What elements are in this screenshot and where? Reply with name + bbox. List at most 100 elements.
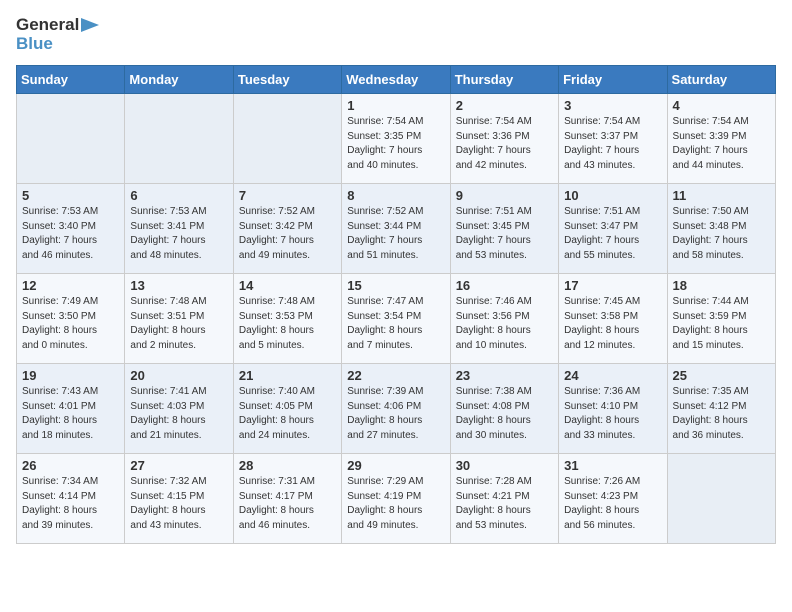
calendar-cell (17, 94, 125, 184)
calendar-cell: 29 Sunrise: 7:29 AM Sunset: 4:19 PM Dayli… (342, 454, 450, 544)
calendar-cell: 1 Sunrise: 7:54 AM Sunset: 3:35 PM Daylig… (342, 94, 450, 184)
calendar-cell: 16 Sunrise: 7:46 AM Sunset: 3:56 PM Dayli… (450, 274, 558, 364)
calendar-cell: 6Sunrise: 7:53 AM Sunset: 3:41 PM Daylig… (125, 184, 233, 274)
day-info: Sunrise: 7:39 AM Sunset: 4:06 PM Dayligh… (347, 385, 444, 443)
day-info: Sunrise: 7:54 AM Sunset: 3:37 PM Dayligh… (564, 115, 661, 173)
day-number: 1 (347, 98, 444, 113)
logo-general: General (16, 16, 79, 35)
day-number: 21 (239, 368, 336, 383)
day-number: 22 (347, 368, 444, 383)
calendar-cell: 24 Sunrise: 7:36 AM Sunset: 4:10 PM Dayli… (559, 364, 667, 454)
calendar-week-row: 19Sunrise: 7:43 AM Sunset: 4:01 PM Dayli… (17, 364, 776, 454)
logo-arrow-icon (79, 16, 101, 34)
calendar-cell: 4Sunrise: 7:54 AM Sunset: 3:39 PM Daylig… (667, 94, 775, 184)
calendar-cell: 9 Sunrise: 7:51 AM Sunset: 3:45 PM Daylig… (450, 184, 558, 274)
day-info: Sunrise: 7:41 AM Sunset: 4:03 PM Dayligh… (130, 385, 227, 443)
calendar-cell: 14 Sunrise: 7:48 AM Sunset: 3:53 PM Dayli… (233, 274, 341, 364)
day-info: Sunrise: 7:49 AM Sunset: 3:50 PM Dayligh… (22, 295, 119, 353)
day-number: 29 (347, 458, 444, 473)
day-number: 5 (22, 188, 119, 203)
day-number: 7 (239, 188, 336, 203)
calendar-week-row: 1 Sunrise: 7:54 AM Sunset: 3:35 PM Daylig… (17, 94, 776, 184)
col-header-friday: Friday (559, 66, 667, 94)
day-number: 9 (456, 188, 553, 203)
day-number: 3 (564, 98, 661, 113)
day-info: Sunrise: 7:34 AM Sunset: 4:14 PM Dayligh… (22, 475, 119, 533)
calendar-cell: 22 Sunrise: 7:39 AM Sunset: 4:06 PM Dayli… (342, 364, 450, 454)
day-info: Sunrise: 7:50 AM Sunset: 3:48 PM Dayligh… (673, 205, 770, 263)
day-info: Sunrise: 7:51 AM Sunset: 3:47 PM Dayligh… (564, 205, 661, 263)
day-info: Sunrise: 7:54 AM Sunset: 3:35 PM Dayligh… (347, 115, 444, 173)
col-header-wednesday: Wednesday (342, 66, 450, 94)
day-number: 26 (22, 458, 119, 473)
day-number: 14 (239, 278, 336, 293)
calendar-cell: 21 Sunrise: 7:40 AM Sunset: 4:05 PM Dayli… (233, 364, 341, 454)
day-info: Sunrise: 7:38 AM Sunset: 4:08 PM Dayligh… (456, 385, 553, 443)
calendar-week-row: 5Sunrise: 7:53 AM Sunset: 3:40 PM Daylig… (17, 184, 776, 274)
day-number: 11 (673, 188, 770, 203)
day-info: Sunrise: 7:31 AM Sunset: 4:17 PM Dayligh… (239, 475, 336, 533)
day-info: Sunrise: 7:40 AM Sunset: 4:05 PM Dayligh… (239, 385, 336, 443)
day-number: 25 (673, 368, 770, 383)
day-info: Sunrise: 7:35 AM Sunset: 4:12 PM Dayligh… (673, 385, 770, 443)
day-info: Sunrise: 7:54 AM Sunset: 3:39 PM Dayligh… (673, 115, 770, 173)
day-number: 28 (239, 458, 336, 473)
calendar-cell: 5Sunrise: 7:53 AM Sunset: 3:40 PM Daylig… (17, 184, 125, 274)
day-info: Sunrise: 7:52 AM Sunset: 3:44 PM Dayligh… (347, 205, 444, 263)
day-number: 27 (130, 458, 227, 473)
calendar-week-row: 12 Sunrise: 7:49 AM Sunset: 3:50 PM Dayli… (17, 274, 776, 364)
calendar-cell: 28 Sunrise: 7:31 AM Sunset: 4:17 PM Dayli… (233, 454, 341, 544)
calendar-cell: 13 Sunrise: 7:48 AM Sunset: 3:51 PM Dayli… (125, 274, 233, 364)
page-header: General Blue (16, 16, 776, 53)
day-number: 24 (564, 368, 661, 383)
day-info: Sunrise: 7:36 AM Sunset: 4:10 PM Dayligh… (564, 385, 661, 443)
calendar-cell: 8 Sunrise: 7:52 AM Sunset: 3:44 PM Daylig… (342, 184, 450, 274)
calendar-cell: 17Sunrise: 7:45 AM Sunset: 3:58 PM Dayli… (559, 274, 667, 364)
day-info: Sunrise: 7:44 AM Sunset: 3:59 PM Dayligh… (673, 295, 770, 353)
day-number: 12 (22, 278, 119, 293)
calendar-table: SundayMondayTuesdayWednesdayThursdayFrid… (16, 65, 776, 544)
calendar-cell: 26 Sunrise: 7:34 AM Sunset: 4:14 PM Dayli… (17, 454, 125, 544)
calendar-cell: 19Sunrise: 7:43 AM Sunset: 4:01 PM Dayli… (17, 364, 125, 454)
calendar-cell: 27 Sunrise: 7:32 AM Sunset: 4:15 PM Dayli… (125, 454, 233, 544)
calendar-cell: 3 Sunrise: 7:54 AM Sunset: 3:37 PM Daylig… (559, 94, 667, 184)
day-info: Sunrise: 7:26 AM Sunset: 4:23 PM Dayligh… (564, 475, 661, 533)
day-info: Sunrise: 7:46 AM Sunset: 3:56 PM Dayligh… (456, 295, 553, 353)
col-header-thursday: Thursday (450, 66, 558, 94)
day-info: Sunrise: 7:54 AM Sunset: 3:36 PM Dayligh… (456, 115, 553, 173)
day-info: Sunrise: 7:48 AM Sunset: 3:53 PM Dayligh… (239, 295, 336, 353)
day-info: Sunrise: 7:51 AM Sunset: 3:45 PM Dayligh… (456, 205, 553, 263)
calendar-week-row: 26 Sunrise: 7:34 AM Sunset: 4:14 PM Dayli… (17, 454, 776, 544)
calendar-cell (233, 94, 341, 184)
calendar-cell: 31 Sunrise: 7:26 AM Sunset: 4:23 PM Dayli… (559, 454, 667, 544)
day-number: 23 (456, 368, 553, 383)
day-info: Sunrise: 7:43 AM Sunset: 4:01 PM Dayligh… (22, 385, 119, 443)
calendar-cell (667, 454, 775, 544)
day-number: 31 (564, 458, 661, 473)
calendar-cell: 25 Sunrise: 7:35 AM Sunset: 4:12 PM Dayli… (667, 364, 775, 454)
day-number: 18 (673, 278, 770, 293)
day-info: Sunrise: 7:32 AM Sunset: 4:15 PM Dayligh… (130, 475, 227, 533)
day-number: 13 (130, 278, 227, 293)
calendar-cell (125, 94, 233, 184)
calendar-cell: 11 Sunrise: 7:50 AM Sunset: 3:48 PM Dayli… (667, 184, 775, 274)
day-number: 16 (456, 278, 553, 293)
calendar-cell: 10 Sunrise: 7:51 AM Sunset: 3:47 PM Dayli… (559, 184, 667, 274)
day-number: 30 (456, 458, 553, 473)
logo-blue: Blue (16, 35, 101, 54)
day-number: 2 (456, 98, 553, 113)
calendar-cell: 23 Sunrise: 7:38 AM Sunset: 4:08 PM Dayli… (450, 364, 558, 454)
calendar-cell: 20Sunrise: 7:41 AM Sunset: 4:03 PM Dayli… (125, 364, 233, 454)
col-header-saturday: Saturday (667, 66, 775, 94)
day-number: 8 (347, 188, 444, 203)
calendar-cell: 18 Sunrise: 7:44 AM Sunset: 3:59 PM Dayli… (667, 274, 775, 364)
day-info: Sunrise: 7:29 AM Sunset: 4:19 PM Dayligh… (347, 475, 444, 533)
calendar-header-row: SundayMondayTuesdayWednesdayThursdayFrid… (17, 66, 776, 94)
day-number: 10 (564, 188, 661, 203)
day-info: Sunrise: 7:48 AM Sunset: 3:51 PM Dayligh… (130, 295, 227, 353)
day-number: 6 (130, 188, 227, 203)
day-number: 15 (347, 278, 444, 293)
day-info: Sunrise: 7:47 AM Sunset: 3:54 PM Dayligh… (347, 295, 444, 353)
col-header-sunday: Sunday (17, 66, 125, 94)
calendar-cell: 15 Sunrise: 7:47 AM Sunset: 3:54 PM Dayli… (342, 274, 450, 364)
